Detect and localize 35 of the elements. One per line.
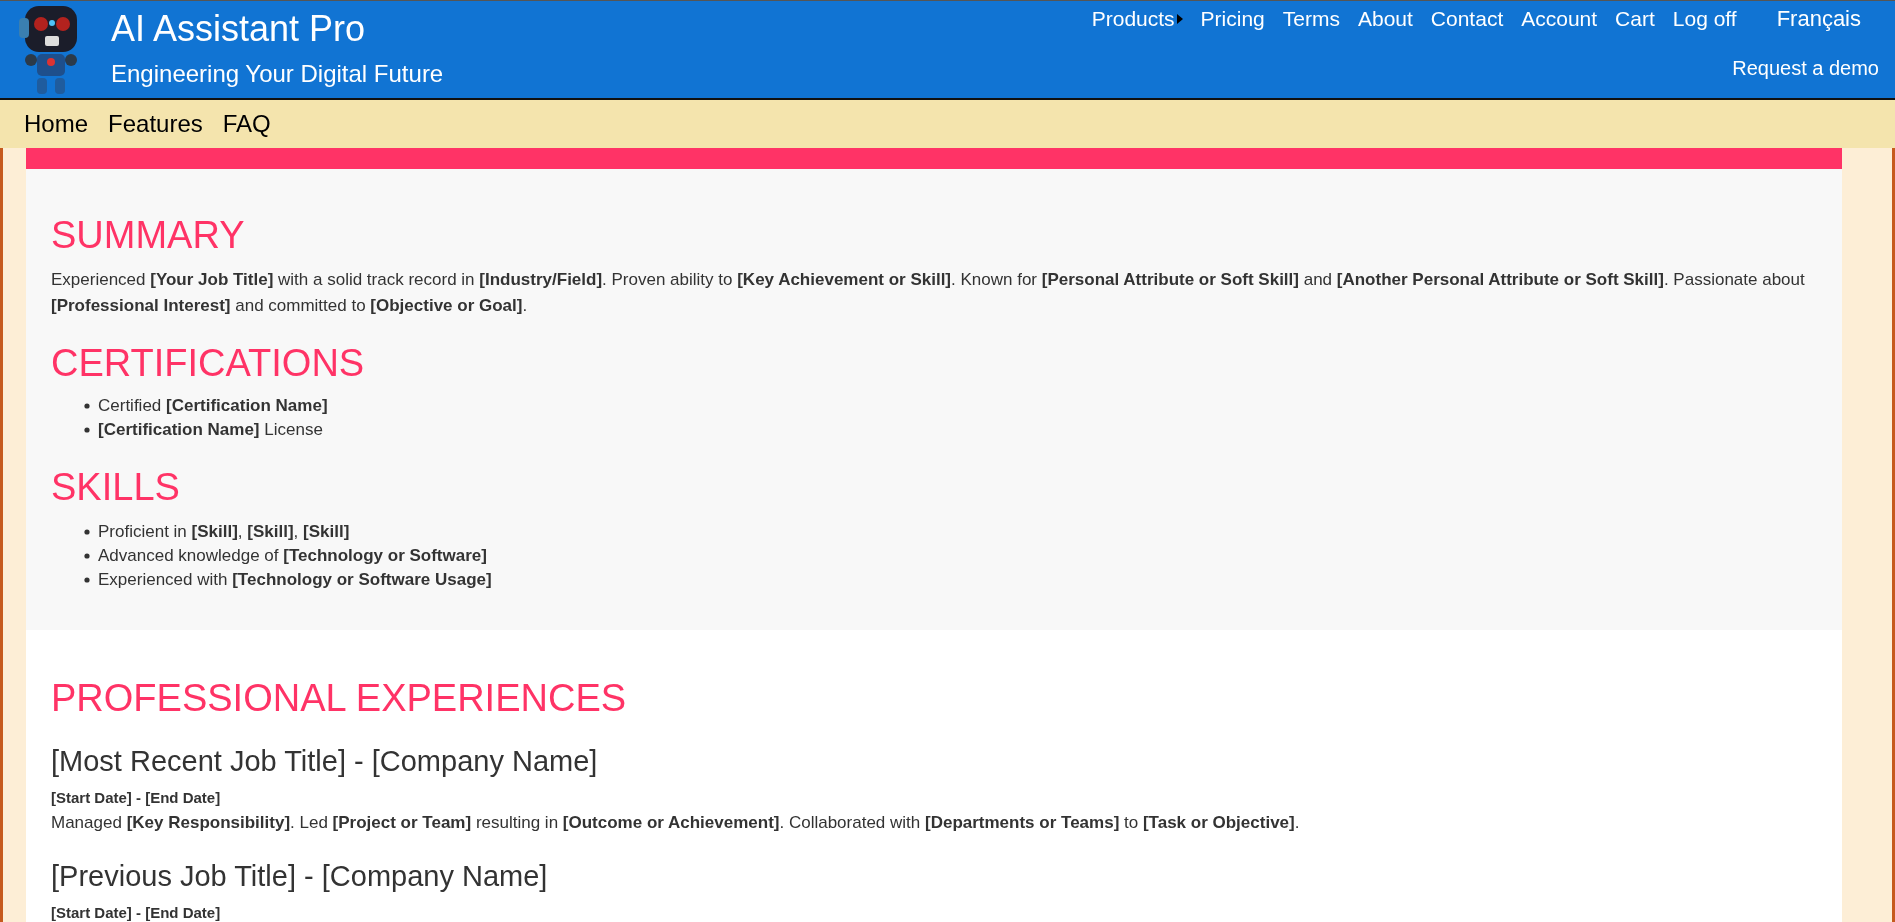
request-demo-link[interactable]: Request a demo bbox=[1732, 56, 1879, 80]
language-link[interactable]: Français bbox=[1776, 6, 1861, 32]
menu-link[interactable]: FAQ bbox=[222, 110, 271, 138]
bullet-icon bbox=[84, 403, 90, 409]
menu-link[interactable]: Home bbox=[24, 110, 89, 138]
nav-link[interactable]: Account bbox=[1521, 6, 1598, 32]
site-title: AI Assistant Pro bbox=[111, 7, 367, 51]
section-heading: PROFESSIONAL EXPERIENCES bbox=[51, 676, 628, 720]
nav-link[interactable]: Terms bbox=[1282, 6, 1340, 32]
nav-link[interactable]: Products bbox=[1091, 6, 1183, 32]
list-item-text: Advanced knowledge of [Technology or Software] bbox=[98, 545, 487, 567]
list-item-text: [Certification Name] License bbox=[98, 419, 323, 441]
nav-link[interactable]: Pricing bbox=[1200, 6, 1265, 32]
nav-link[interactable]: Cart bbox=[1615, 6, 1655, 32]
nav-link[interactable]: About bbox=[1357, 6, 1413, 32]
bullet-icon bbox=[84, 577, 90, 583]
menu-link[interactable]: Features bbox=[108, 110, 203, 138]
list-item-text: Certified [Certification Name] bbox=[98, 395, 328, 417]
site-tagline: Engineering Your Digital Future bbox=[111, 60, 444, 88]
summary-paragraph: Experienced [Your Job Title] with a solid track record in [Industry/Field]. Proven ability to [Key Achievement or Skill]. Known for [Personal Attribute or Soft Skill] and [Another Personal Attribute or Soft Skill]. Passionate about [Professional Interest] and committed to [Objective or Goal]. bbox=[51, 269, 1806, 317]
bullet-icon bbox=[84, 553, 90, 559]
nav-link[interactable]: Contact bbox=[1430, 6, 1504, 32]
bullet-icon bbox=[84, 529, 90, 535]
list-item-text: Experienced with [Technology or Software Usage] bbox=[98, 569, 492, 591]
section-heading: SKILLS bbox=[51, 465, 181, 509]
bullet-icon bbox=[84, 427, 90, 433]
nav-link[interactable]: Log off bbox=[1672, 6, 1737, 32]
job-description: Managed [Key Responsibility]. Led [Project or Team] resulting in [Outcome or Achievement]. Collaborated with [Departments or Teams] to [Task or Objective]. bbox=[51, 812, 1301, 834]
job-dates: [Start Date] - [End Date] bbox=[51, 904, 222, 922]
section-heading: CERTIFICATIONS bbox=[51, 341, 366, 385]
job-title: [Most Recent Job Title] - [Company Name] bbox=[51, 744, 599, 779]
section-heading: SUMMARY bbox=[51, 213, 246, 257]
list-item-text: Proficient in [Skill], [Skill], [Skill] bbox=[98, 521, 350, 543]
job-dates: [Start Date] - [End Date] bbox=[51, 789, 222, 807]
job-title: [Previous Job Title] - [Company Name] bbox=[51, 859, 549, 894]
